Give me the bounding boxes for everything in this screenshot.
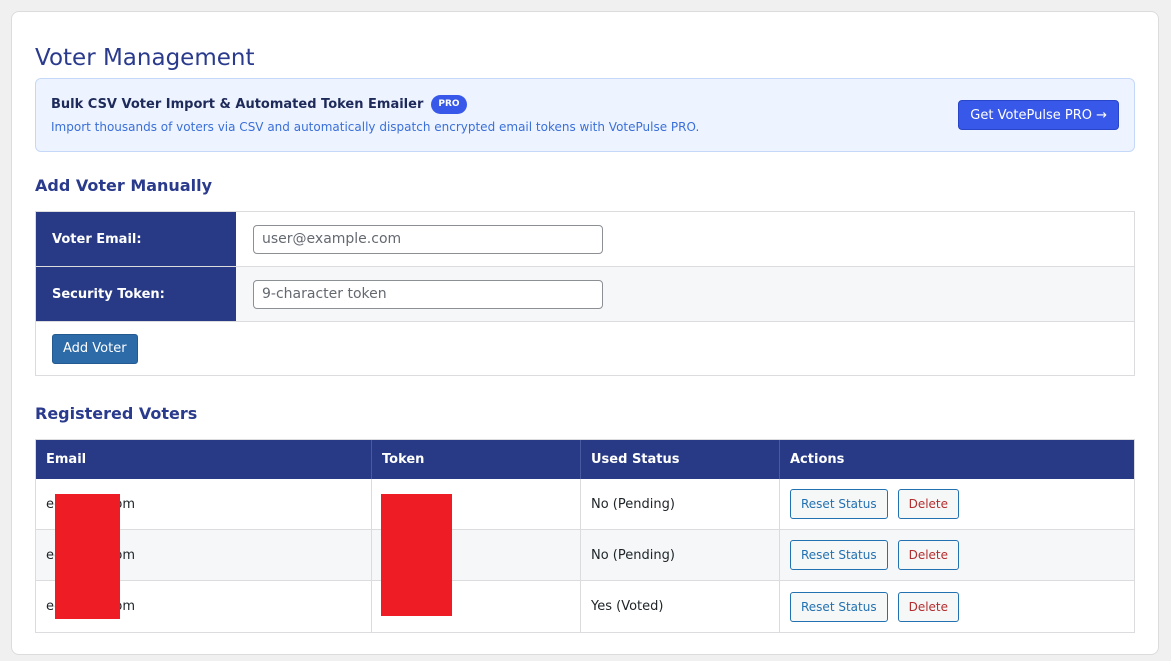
registered-voters-heading: Registered Voters [35, 404, 198, 423]
voter-actions: Reset Status Delete [780, 530, 1134, 580]
add-voter-button[interactable]: Add Voter [52, 333, 138, 364]
token-label: Security Token: [36, 267, 236, 321]
column-header-used-status: Used Status [581, 440, 780, 479]
reset-status-button[interactable]: Reset Status [790, 591, 888, 622]
voter-status: No (Pending) [581, 530, 780, 580]
table-header-row: Email Token Used Status Actions [36, 440, 1134, 479]
delete-voter-button[interactable]: Delete [897, 540, 960, 570]
column-header-email: Email [36, 440, 372, 479]
reset-status-button[interactable]: Reset Status [790, 540, 888, 570]
email-row: Voter Email: [36, 212, 1134, 267]
voter-status: Yes (Voted) [581, 581, 780, 632]
add-voter-form: Voter Email: Security Token: Add Voter [35, 211, 1135, 376]
promo-description: Import thousands of voters via CSV and a… [51, 120, 700, 134]
promo-title-text: Bulk CSV Voter Import & Automated Token … [51, 97, 424, 112]
table-row: e@gmail.com 99 Yes (Voted) Reset Status … [36, 581, 1134, 632]
token-row: Security Token: [36, 267, 1134, 322]
promo-title: Bulk CSV Voter Import & Automated Token … [51, 95, 467, 114]
security-token-input[interactable] [253, 279, 603, 309]
redaction-block-email [55, 494, 120, 619]
voter-actions: Reset Status Delete [780, 479, 1134, 529]
reset-status-button[interactable]: Reset Status [790, 489, 888, 519]
column-header-actions: Actions [790, 452, 845, 467]
get-pro-button[interactable]: Get VotePulse PRO → [958, 100, 1119, 130]
token-cell [236, 267, 1134, 321]
main-card: Voter Management Bulk CSV Voter Import &… [11, 11, 1159, 655]
form-actions: Add Voter [36, 322, 1134, 375]
table-row: e@gmail.com 99 No (Pending) Reset Status… [36, 479, 1134, 530]
delete-voter-button[interactable]: Delete [897, 591, 960, 622]
registered-voters-table: Email Token Used Status Actions e@gmail.… [35, 439, 1135, 633]
column-header-token: Token [372, 440, 581, 479]
email-label: Voter Email: [36, 212, 236, 266]
voter-actions: Reset Status Delete [780, 581, 1134, 632]
pro-upsell-banner: Bulk CSV Voter Import & Automated Token … [35, 78, 1135, 152]
pro-badge: PRO [431, 95, 467, 114]
delete-voter-button[interactable]: Delete [897, 489, 960, 519]
redaction-block-token [381, 494, 452, 616]
add-voter-heading: Add Voter Manually [35, 176, 213, 195]
page-title: Voter Management [35, 45, 255, 71]
table-row: e@gmail.com 99 No (Pending) Reset Status… [36, 530, 1134, 581]
voter-email-input[interactable] [253, 224, 603, 254]
voter-status: No (Pending) [581, 479, 780, 529]
email-cell [236, 212, 1134, 266]
